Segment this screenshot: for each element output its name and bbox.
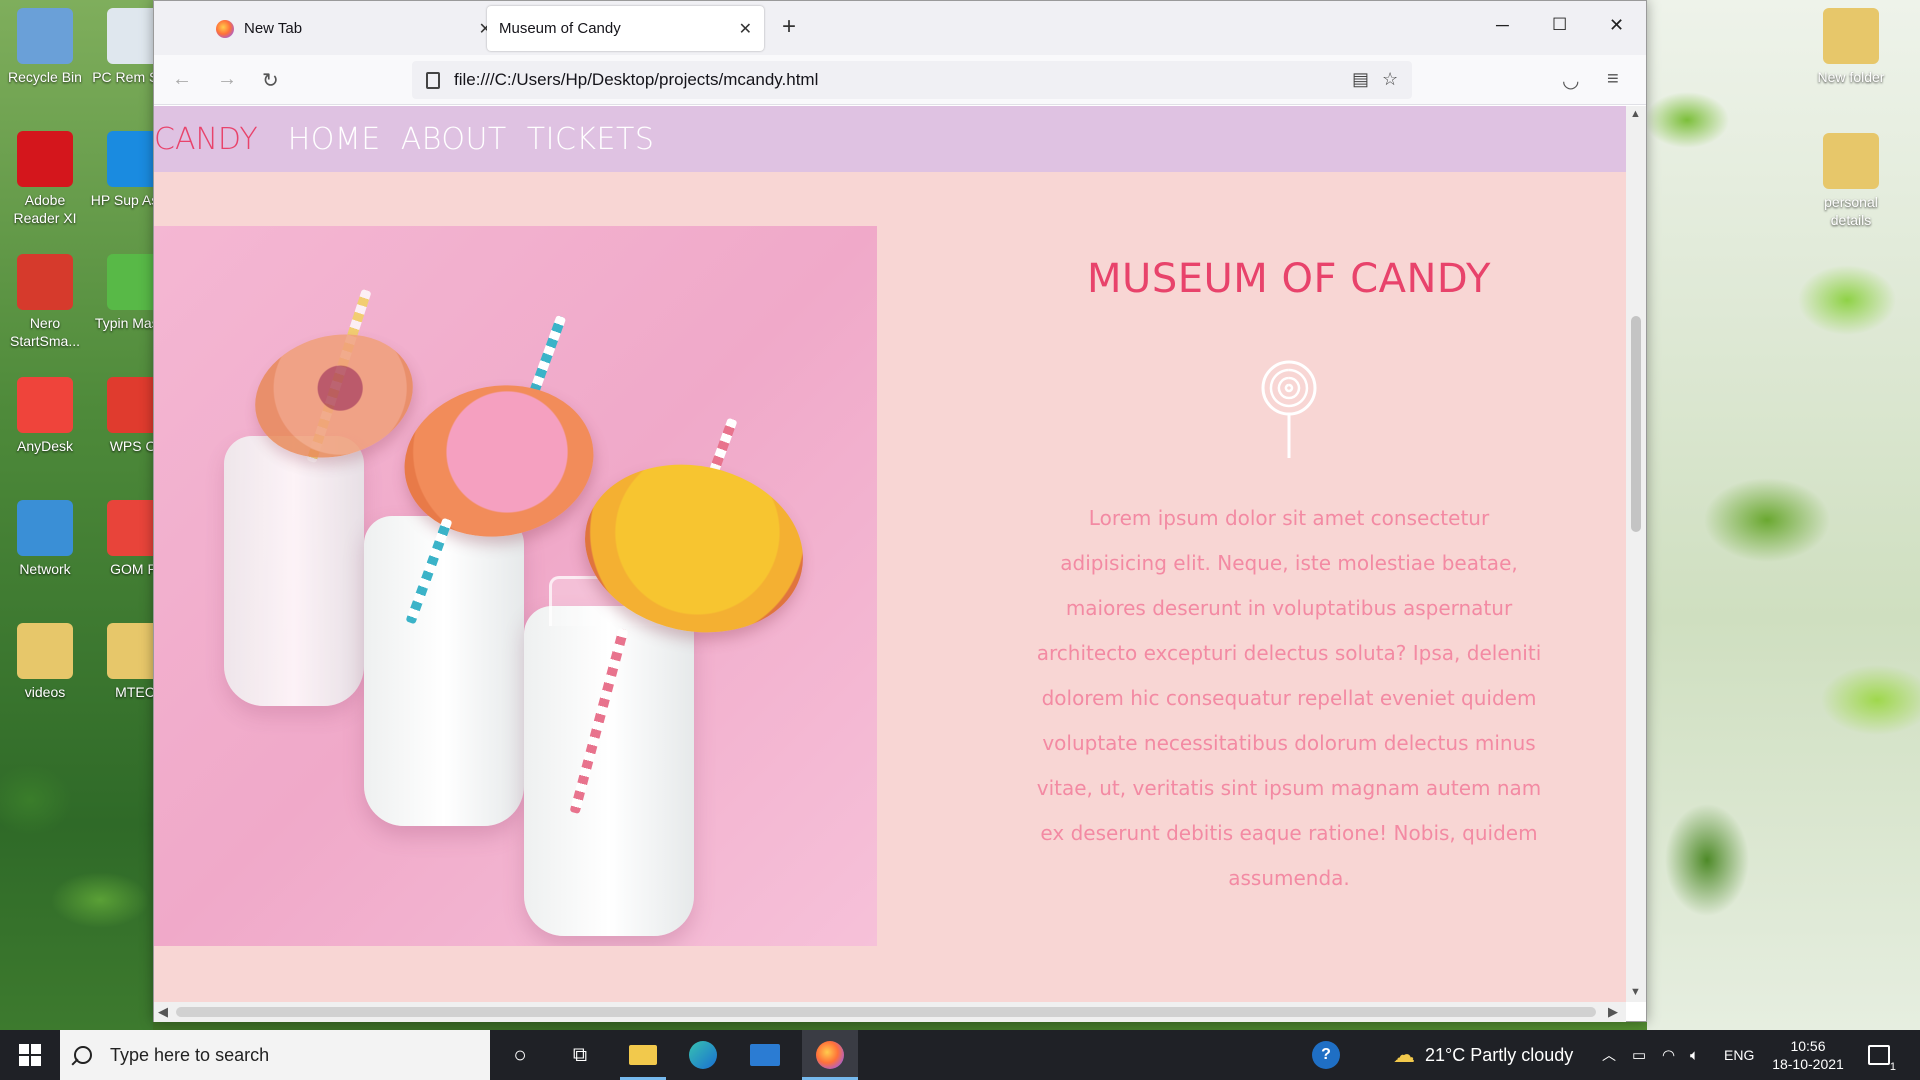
desktop-shortcut-label: AnyDesk: [16, 438, 74, 454]
navigation-toolbar: ← → ↻ file:///C:/Users/Hp/Desktop/projec…: [154, 55, 1646, 105]
desktop-shortcut-label: Adobe Reader XI: [13, 192, 77, 226]
battery-icon[interactable]: ▭: [1632, 1030, 1646, 1080]
desktop-shortcut-label: Nero StartSma...: [9, 315, 81, 349]
network-icon: [17, 500, 73, 556]
museum-intro: MUSEUM OF CANDY Lorem ipsum dolor sit am…: [1034, 256, 1544, 901]
tab-museum-of-candy[interactable]: Museum of Candy ✕: [487, 6, 764, 51]
adobe-reader-icon: [17, 131, 73, 187]
site-navbar: CANDY HOME ABOUT TICKETS: [154, 106, 1626, 172]
site-brand[interactable]: CANDY: [154, 122, 258, 157]
page-viewport: CANDY HOME ABOUT TICKETS MUSEUM OF CANDY: [154, 106, 1626, 1002]
nav-tickets[interactable]: TICKETS: [527, 122, 655, 157]
tab-label: New Tab: [244, 20, 303, 37]
page-title: MUSEUM OF CANDY: [1087, 256, 1491, 302]
edge-icon[interactable]: [680, 1030, 726, 1080]
tab-new-tab[interactable]: New Tab ✕: [204, 6, 504, 51]
desktop-shortcut-label: personal details: [1824, 194, 1878, 228]
weather-cloud-icon: ☁: [1393, 1042, 1415, 1067]
notification-count: 1: [1889, 1061, 1896, 1073]
taskbar: Type here to search ○ ⧉ ? ☁ 21°C Partly …: [0, 1030, 1920, 1080]
intro-paragraph: Lorem ipsum dolor sit amet consectetur a…: [1036, 506, 1542, 890]
scroll-left-icon[interactable]: ◀: [158, 1004, 168, 1020]
scroll-thumb[interactable]: [1631, 316, 1641, 532]
help-icon[interactable]: ?: [1312, 1030, 1340, 1080]
pocket-icon[interactable]: ◡: [1562, 68, 1579, 93]
new-tab-button[interactable]: +: [782, 13, 796, 41]
date: 18-10-2021: [1772, 1056, 1844, 1072]
browser-window: New Tab ✕ Museum of Candy ✕ + ─ ☐ ✕ ← → …: [153, 0, 1647, 1022]
nav-about[interactable]: ABOUT: [401, 122, 507, 157]
windows-icon: [19, 1044, 41, 1066]
weather-text: 21°C Partly cloudy: [1425, 1044, 1574, 1065]
desktop-shortcut[interactable]: Adobe Reader XI: [0, 131, 90, 227]
anydesk-icon: [17, 377, 73, 433]
notification-center[interactable]: 1: [1868, 1030, 1896, 1080]
minimize-icon[interactable]: ─: [1496, 15, 1509, 36]
firefox-icon: [216, 19, 234, 38]
nero-icon: [17, 254, 73, 310]
search-placeholder: Type here to search: [110, 1044, 270, 1065]
weather-widget[interactable]: ☁ 21°C Partly cloudy: [1393, 1030, 1573, 1080]
folder-icon: [17, 623, 73, 679]
bookmark-star-icon[interactable]: ☆: [1382, 69, 1398, 90]
close-icon[interactable]: ✕: [739, 19, 752, 39]
tab-label: Museum of Candy: [499, 20, 621, 37]
menu-icon[interactable]: ≡: [1607, 68, 1619, 91]
reload-icon[interactable]: ↻: [262, 68, 279, 93]
volume-icon[interactable]: 🔈︎: [1690, 1030, 1699, 1080]
desktop-shortcut-label: videos: [24, 684, 66, 700]
close-window-icon[interactable]: ✕: [1609, 15, 1624, 36]
folder-icon: [1823, 133, 1879, 189]
desktop-shortcut-label: Network: [19, 561, 71, 577]
file-explorer-icon[interactable]: [620, 1030, 666, 1080]
nav-home[interactable]: HOME: [288, 122, 381, 157]
scroll-thumb[interactable]: [176, 1007, 1596, 1017]
search-icon: [74, 1046, 92, 1064]
clock[interactable]: 10:56 18-10-2021: [1768, 1037, 1848, 1073]
show-hidden-icons[interactable]: ︿: [1602, 1030, 1616, 1080]
desktop-shortcut[interactable]: videos: [0, 623, 90, 701]
time: 10:56: [1790, 1038, 1826, 1054]
page-icon: [426, 71, 440, 89]
notification-icon: 1: [1868, 1045, 1896, 1073]
scroll-down-icon[interactable]: ▼: [1630, 986, 1641, 998]
address-bar[interactable]: file:///C:/Users/Hp/Desktop/projects/mca…: [412, 61, 1412, 99]
vertical-scrollbar[interactable]: ▲ ▼: [1626, 106, 1646, 1002]
recycle-bin-icon: [17, 8, 73, 64]
language-indicator[interactable]: ENG: [1724, 1030, 1754, 1080]
wifi-icon[interactable]: ◠: [1662, 1030, 1675, 1080]
donuts-milk-bottles-image: [154, 226, 877, 946]
task-view-icon[interactable]: ⧉: [560, 1030, 600, 1080]
tab-bar: New Tab ✕ Museum of Candy ✕ + ─ ☐ ✕: [154, 1, 1646, 55]
desktop-shortcut-label: Recycle Bin: [8, 69, 82, 85]
taskbar-search[interactable]: Type here to search: [60, 1030, 490, 1080]
desktop-shortcut[interactable]: Network: [0, 500, 90, 578]
lollipop-icon: [1261, 360, 1317, 458]
forward-arrow-icon[interactable]: →: [217, 68, 237, 91]
start-button[interactable]: [0, 1030, 60, 1080]
cortana-icon[interactable]: ○: [500, 1030, 540, 1080]
scroll-right-icon[interactable]: ▶: [1608, 1004, 1618, 1020]
url-text[interactable]: file:///C:/Users/Hp/Desktop/projects/mca…: [454, 70, 818, 90]
horizontal-scrollbar[interactable]: ◀ ▶: [154, 1002, 1626, 1022]
desktop-shortcut[interactable]: personal details: [1806, 133, 1896, 229]
firefox-taskbar-icon[interactable]: [802, 1030, 858, 1080]
folder-icon: [1823, 8, 1879, 64]
desktop-shortcut-label: New folder: [1817, 69, 1885, 85]
desktop-shortcut[interactable]: Nero StartSma...: [0, 254, 90, 350]
back-arrow-icon[interactable]: ←: [172, 68, 192, 91]
mail-icon[interactable]: [742, 1030, 788, 1080]
desktop-shortcut[interactable]: New folder: [1806, 8, 1896, 86]
desktop-shortcut[interactable]: AnyDesk: [0, 377, 90, 455]
reader-view-icon[interactable]: ▤: [1352, 69, 1369, 90]
maximize-icon[interactable]: ☐: [1552, 15, 1567, 35]
scroll-up-icon[interactable]: ▲: [1630, 108, 1641, 120]
desktop-shortcut[interactable]: Recycle Bin: [0, 8, 90, 86]
